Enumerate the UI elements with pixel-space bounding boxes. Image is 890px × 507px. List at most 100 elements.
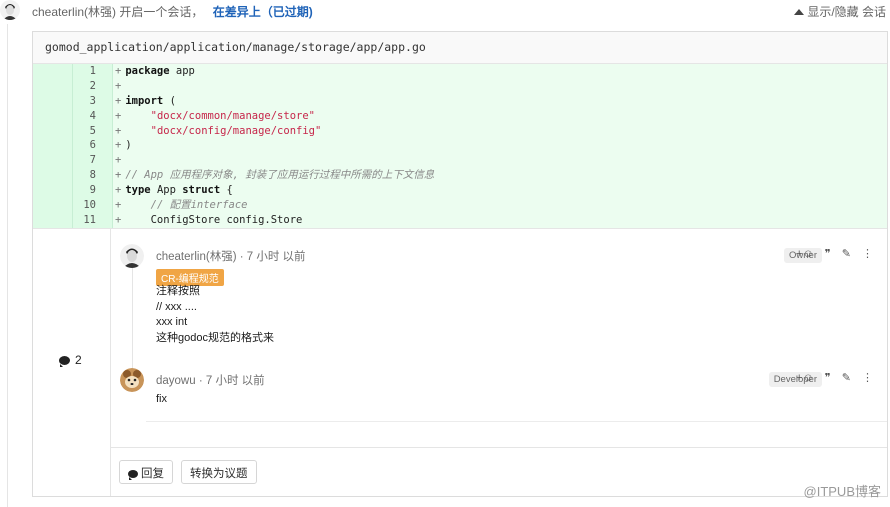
added-marker: + (115, 213, 122, 226)
added-marker: + (115, 79, 122, 92)
code-text: + // 配置interface (115, 198, 247, 213)
new-line-number[interactable]: 11 (73, 212, 113, 228)
new-line-number[interactable]: 2 (73, 78, 113, 94)
new-line-number[interactable]: 10 (73, 198, 113, 213)
diff-file: gomod_application/application/manage/sto… (32, 31, 888, 497)
code-token: package (125, 65, 170, 77)
discussion-summary: cheaterlin(林强) 开启一个会话， 在差异上（已过期) (32, 3, 313, 20)
comment-icon (59, 356, 70, 367)
code-token: ) (125, 139, 132, 152)
old-line-number[interactable] (33, 183, 73, 199)
code-text: + (115, 153, 125, 168)
reply-area: 回复 转换为议题 (111, 447, 887, 497)
added-marker: + (115, 199, 122, 212)
diff-line: 10 + // 配置interface (33, 198, 887, 213)
discussion-header: cheaterlin(林强) 开启一个会话， 在差异上（已过期) 显示/隐藏 会… (0, 0, 890, 20)
code-token: ( (163, 94, 176, 107)
diff-link[interactable]: 在差异上（已过期) (213, 5, 313, 19)
watermark: @ITPUB博客 (803, 484, 881, 499)
old-line-number[interactable] (33, 123, 73, 139)
code-token: app (169, 65, 195, 77)
old-line-number[interactable] (33, 78, 73, 94)
discussion-gutter: 2 (33, 229, 111, 496)
edit-icon[interactable]: ✎ (842, 371, 851, 384)
add-reaction-icon[interactable]: +☺ (796, 248, 814, 260)
diff-line: 3 + import ( (33, 93, 887, 109)
code-token: // 配置interface (150, 199, 248, 212)
quote-icon[interactable]: ❞ (825, 247, 831, 260)
comment-icon (128, 470, 138, 480)
code-token: // App 应用程序对象, 封装了应用运行过程中所需的上下文信息 (125, 169, 435, 182)
more-icon[interactable]: ⋮ (862, 247, 873, 260)
diff-line: 11 + ConfigStore config.Store (33, 212, 887, 228)
note-body: fix (156, 393, 167, 405)
note-actions: +☺ ❞ ✎ ⋮ (788, 371, 873, 384)
diff-content: 1 + package app 2 +3 + import (4 + "docx/common… (33, 64, 887, 228)
new-line-number[interactable]: 3 (73, 93, 113, 109)
old-line-number[interactable] (33, 153, 73, 169)
quote-icon[interactable]: ❞ (825, 371, 831, 384)
code-token: struct (182, 184, 221, 197)
discussion-count[interactable]: 2 (59, 353, 82, 367)
added-marker: + (115, 154, 122, 167)
old-line-number[interactable] (33, 168, 73, 184)
code-text: + "docx/common/manage/store" (115, 109, 315, 124)
convert-to-issue-button[interactable]: 转换为议题 (181, 460, 257, 484)
reply-label: 回复 (141, 468, 164, 480)
old-line-number[interactable] (33, 212, 73, 228)
code-text: + "docx/config/manage/config" (115, 124, 321, 139)
code-token: import (125, 94, 164, 107)
code-token: App (150, 184, 183, 197)
added-marker: + (115, 169, 122, 182)
author-avatar[interactable] (120, 244, 144, 268)
diff-line: 1 + package app (33, 64, 887, 79)
toggle-discussion-button[interactable]: 显示/隐藏 会话 (794, 3, 886, 20)
old-line-number[interactable] (33, 108, 73, 124)
new-line-number[interactable]: 6 (73, 138, 113, 154)
discussion-thread: 2 cheaterlin(林强) · 7 小时 以前 Owner +☺ ❞ ✎ … (33, 228, 887, 496)
diff-line: 4 + "docx/common/manage/store" (33, 108, 887, 124)
header-author[interactable]: cheaterlin(林强) (32, 5, 116, 19)
new-line-number[interactable]: 4 (73, 108, 113, 124)
note-header: cheaterlin(林强) · 7 小时 以前 (156, 248, 306, 264)
diff-line: 2 + (33, 78, 887, 94)
author-avatar[interactable] (0, 0, 20, 20)
code-text: + ConfigStore config.Store (115, 213, 302, 228)
old-line-number[interactable] (33, 93, 73, 109)
old-line-number[interactable] (33, 198, 73, 213)
diff-line: 9 + type App struct { (33, 183, 887, 199)
new-line-number[interactable]: 9 (73, 183, 113, 199)
note-time[interactable]: · 7 小时 以前 (196, 375, 265, 387)
header-action: 开启一个会话， (119, 5, 204, 19)
reply-button[interactable]: 回复 (119, 460, 173, 484)
added-marker: + (115, 94, 122, 107)
more-icon[interactable]: ⋮ (862, 371, 873, 384)
thread-line (132, 263, 133, 381)
note-author[interactable]: cheaterlin(林强) (156, 251, 237, 263)
diff-line: 7 + (33, 153, 887, 169)
new-line-number[interactable]: 1 (73, 64, 113, 79)
add-reaction-icon[interactable]: +☺ (796, 372, 814, 384)
code-text: + import ( (115, 94, 176, 109)
code-text: + (115, 79, 125, 94)
toggle-label: 显示/隐藏 会话 (807, 5, 886, 19)
new-line-number[interactable]: 8 (73, 168, 113, 184)
old-line-number[interactable] (33, 138, 73, 154)
code-token: { (220, 184, 233, 197)
note-author[interactable]: dayowu (156, 375, 196, 387)
timeline-rule (7, 24, 8, 507)
note-body: 注释按照 // xxx .... xxx int 这种godoc规范的格式来 (156, 285, 274, 344)
new-line-number[interactable]: 7 (73, 153, 113, 169)
edit-icon[interactable]: ✎ (842, 247, 851, 260)
note-time[interactable]: · 7 小时 以前 (237, 251, 306, 263)
old-line-number[interactable] (33, 64, 73, 79)
discussion-count-value: 2 (75, 353, 82, 367)
note-header: dayowu · 7 小时 以前 (156, 372, 265, 388)
added-marker: + (115, 184, 122, 197)
new-line-number[interactable]: 5 (73, 123, 113, 139)
author-avatar[interactable] (120, 368, 144, 392)
caret-up-icon (794, 9, 805, 15)
divider (146, 421, 887, 422)
